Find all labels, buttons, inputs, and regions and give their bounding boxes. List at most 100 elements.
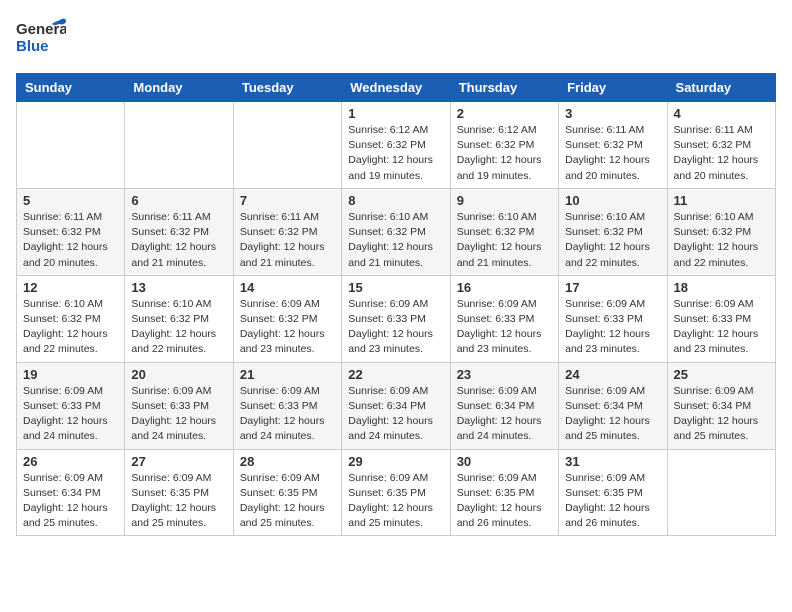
- day-header-monday: Monday: [125, 74, 233, 102]
- day-number: 28: [240, 454, 335, 469]
- calendar-table: SundayMondayTuesdayWednesdayThursdayFrid…: [16, 73, 776, 536]
- day-header-wednesday: Wednesday: [342, 74, 450, 102]
- day-info: Sunrise: 6:09 AM Sunset: 6:33 PM Dayligh…: [131, 384, 226, 445]
- day-info: Sunrise: 6:10 AM Sunset: 6:32 PM Dayligh…: [131, 297, 226, 358]
- day-info: Sunrise: 6:09 AM Sunset: 6:33 PM Dayligh…: [457, 297, 552, 358]
- page-header: General Blue: [16, 16, 776, 63]
- calendar-body: 1 Sunrise: 6:12 AM Sunset: 6:32 PM Daylig…: [17, 102, 776, 536]
- day-info: Sunrise: 6:09 AM Sunset: 6:35 PM Dayligh…: [348, 471, 443, 532]
- day-info: Sunrise: 6:12 AM Sunset: 6:32 PM Dayligh…: [348, 123, 443, 184]
- day-number: 18: [674, 280, 769, 295]
- day-info: Sunrise: 6:12 AM Sunset: 6:32 PM Dayligh…: [457, 123, 552, 184]
- day-info: Sunrise: 6:09 AM Sunset: 6:33 PM Dayligh…: [348, 297, 443, 358]
- calendar-cell: 3 Sunrise: 6:11 AM Sunset: 6:32 PM Daylig…: [559, 102, 667, 189]
- day-number: 6: [131, 193, 226, 208]
- day-headers-row: SundayMondayTuesdayWednesdayThursdayFrid…: [17, 74, 776, 102]
- day-number: 24: [565, 367, 660, 382]
- calendar-cell: 13 Sunrise: 6:10 AM Sunset: 6:32 PM Dayli…: [125, 275, 233, 362]
- calendar-header: SundayMondayTuesdayWednesdayThursdayFrid…: [17, 74, 776, 102]
- day-header-sunday: Sunday: [17, 74, 125, 102]
- calendar-cell: 23 Sunrise: 6:09 AM Sunset: 6:34 PM Dayli…: [450, 362, 558, 449]
- day-number: 11: [674, 193, 769, 208]
- week-row-3: 12 Sunrise: 6:10 AM Sunset: 6:32 PM Dayli…: [17, 275, 776, 362]
- day-info: Sunrise: 6:10 AM Sunset: 6:32 PM Dayligh…: [565, 210, 660, 271]
- day-info: Sunrise: 6:09 AM Sunset: 6:35 PM Dayligh…: [565, 471, 660, 532]
- calendar-cell: [667, 449, 775, 536]
- day-number: 23: [457, 367, 552, 382]
- week-row-2: 5 Sunrise: 6:11 AM Sunset: 6:32 PM Daylig…: [17, 188, 776, 275]
- day-info: Sunrise: 6:09 AM Sunset: 6:34 PM Dayligh…: [457, 384, 552, 445]
- calendar-cell: 4 Sunrise: 6:11 AM Sunset: 6:32 PM Daylig…: [667, 102, 775, 189]
- day-info: Sunrise: 6:10 AM Sunset: 6:32 PM Dayligh…: [348, 210, 443, 271]
- day-info: Sunrise: 6:09 AM Sunset: 6:33 PM Dayligh…: [674, 297, 769, 358]
- calendar-cell: 26 Sunrise: 6:09 AM Sunset: 6:34 PM Dayli…: [17, 449, 125, 536]
- day-info: Sunrise: 6:09 AM Sunset: 6:33 PM Dayligh…: [240, 384, 335, 445]
- calendar-cell: 10 Sunrise: 6:10 AM Sunset: 6:32 PM Dayli…: [559, 188, 667, 275]
- day-number: 31: [565, 454, 660, 469]
- day-number: 22: [348, 367, 443, 382]
- day-number: 12: [23, 280, 118, 295]
- day-number: 20: [131, 367, 226, 382]
- calendar-cell: 6 Sunrise: 6:11 AM Sunset: 6:32 PM Daylig…: [125, 188, 233, 275]
- calendar-cell: 17 Sunrise: 6:09 AM Sunset: 6:33 PM Dayli…: [559, 275, 667, 362]
- day-info: Sunrise: 6:09 AM Sunset: 6:35 PM Dayligh…: [457, 471, 552, 532]
- day-info: Sunrise: 6:09 AM Sunset: 6:34 PM Dayligh…: [674, 384, 769, 445]
- day-number: 21: [240, 367, 335, 382]
- day-info: Sunrise: 6:11 AM Sunset: 6:32 PM Dayligh…: [565, 123, 660, 184]
- logo: General Blue: [16, 16, 66, 63]
- calendar-cell: 24Sunrise: 6:09 AM Sunset: 6:34 PM Dayli…: [559, 362, 667, 449]
- calendar-cell: 5 Sunrise: 6:11 AM Sunset: 6:32 PM Daylig…: [17, 188, 125, 275]
- svg-text:Blue: Blue: [16, 38, 49, 55]
- day-number: 3: [565, 106, 660, 121]
- day-number: 26: [23, 454, 118, 469]
- day-info: Sunrise: 6:09 AM Sunset: 6:33 PM Dayligh…: [23, 384, 118, 445]
- calendar-cell: 15 Sunrise: 6:09 AM Sunset: 6:33 PM Dayli…: [342, 275, 450, 362]
- day-info: Sunrise: 6:11 AM Sunset: 6:32 PM Dayligh…: [674, 123, 769, 184]
- day-header-thursday: Thursday: [450, 74, 558, 102]
- day-number: 15: [348, 280, 443, 295]
- day-number: 8: [348, 193, 443, 208]
- day-number: 10: [565, 193, 660, 208]
- calendar-cell: 9Sunrise: 6:10 AM Sunset: 6:32 PM Daylig…: [450, 188, 558, 275]
- week-row-5: 26 Sunrise: 6:09 AM Sunset: 6:34 PM Dayli…: [17, 449, 776, 536]
- calendar-cell: 20 Sunrise: 6:09 AM Sunset: 6:33 PM Dayli…: [125, 362, 233, 449]
- day-number: 17: [565, 280, 660, 295]
- day-number: 30: [457, 454, 552, 469]
- day-number: 7: [240, 193, 335, 208]
- calendar-cell: 2 Sunrise: 6:12 AM Sunset: 6:32 PM Daylig…: [450, 102, 558, 189]
- day-info: Sunrise: 6:09 AM Sunset: 6:32 PM Dayligh…: [240, 297, 335, 358]
- calendar-cell: 25Sunrise: 6:09 AM Sunset: 6:34 PM Dayli…: [667, 362, 775, 449]
- calendar-cell: 21 Sunrise: 6:09 AM Sunset: 6:33 PM Dayli…: [233, 362, 341, 449]
- day-number: 1: [348, 106, 443, 121]
- day-number: 16: [457, 280, 552, 295]
- day-info: Sunrise: 6:11 AM Sunset: 6:32 PM Dayligh…: [240, 210, 335, 271]
- day-header-saturday: Saturday: [667, 74, 775, 102]
- calendar-cell: 12 Sunrise: 6:10 AM Sunset: 6:32 PM Dayli…: [17, 275, 125, 362]
- day-number: 2: [457, 106, 552, 121]
- calendar-cell: [17, 102, 125, 189]
- day-info: Sunrise: 6:10 AM Sunset: 6:32 PM Dayligh…: [23, 297, 118, 358]
- calendar-cell: 14Sunrise: 6:09 AM Sunset: 6:32 PM Dayli…: [233, 275, 341, 362]
- calendar-cell: 27Sunrise: 6:09 AM Sunset: 6:35 PM Dayli…: [125, 449, 233, 536]
- day-header-tuesday: Tuesday: [233, 74, 341, 102]
- week-row-4: 19Sunrise: 6:09 AM Sunset: 6:33 PM Dayli…: [17, 362, 776, 449]
- calendar-cell: 16 Sunrise: 6:09 AM Sunset: 6:33 PM Dayli…: [450, 275, 558, 362]
- day-info: Sunrise: 6:09 AM Sunset: 6:35 PM Dayligh…: [240, 471, 335, 532]
- calendar-cell: 28 Sunrise: 6:09 AM Sunset: 6:35 PM Dayli…: [233, 449, 341, 536]
- calendar-cell: 18 Sunrise: 6:09 AM Sunset: 6:33 PM Dayli…: [667, 275, 775, 362]
- calendar-cell: [233, 102, 341, 189]
- day-info: Sunrise: 6:11 AM Sunset: 6:32 PM Dayligh…: [23, 210, 118, 271]
- day-number: 9: [457, 193, 552, 208]
- calendar-cell: 11 Sunrise: 6:10 AM Sunset: 6:32 PM Dayli…: [667, 188, 775, 275]
- calendar-cell: 31 Sunrise: 6:09 AM Sunset: 6:35 PM Dayli…: [559, 449, 667, 536]
- calendar-cell: 22 Sunrise: 6:09 AM Sunset: 6:34 PM Dayli…: [342, 362, 450, 449]
- day-info: Sunrise: 6:09 AM Sunset: 6:34 PM Dayligh…: [348, 384, 443, 445]
- day-info: Sunrise: 6:11 AM Sunset: 6:32 PM Dayligh…: [131, 210, 226, 271]
- day-info: Sunrise: 6:09 AM Sunset: 6:33 PM Dayligh…: [565, 297, 660, 358]
- day-info: Sunrise: 6:09 AM Sunset: 6:34 PM Dayligh…: [23, 471, 118, 532]
- day-number: 13: [131, 280, 226, 295]
- day-info: Sunrise: 6:10 AM Sunset: 6:32 PM Dayligh…: [674, 210, 769, 271]
- calendar-cell: 7 Sunrise: 6:11 AM Sunset: 6:32 PM Daylig…: [233, 188, 341, 275]
- day-number: 4: [674, 106, 769, 121]
- day-number: 5: [23, 193, 118, 208]
